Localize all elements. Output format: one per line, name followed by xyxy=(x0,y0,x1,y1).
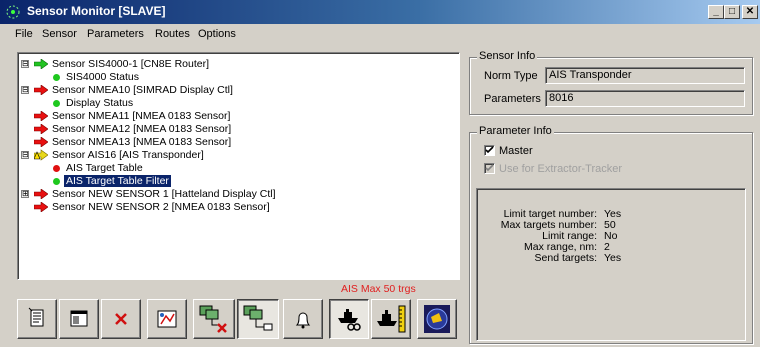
collapse-icon[interactable]: ⊟ xyxy=(21,60,29,68)
parameters-field: 8016 xyxy=(545,90,745,107)
red-arrow-icon xyxy=(34,124,48,134)
tree-label: Sensor NMEA13 [NMEA 0183 Sensor] xyxy=(52,136,232,148)
title-bar: Sensor Monitor [SLAVE] _ □ ✕ xyxy=(0,0,760,24)
param-value: Yes xyxy=(604,252,622,264)
network-connect-icon xyxy=(243,305,273,331)
tree-label: AIS Target Table xyxy=(66,162,143,174)
tree-label: SIS4000 Status xyxy=(66,71,139,83)
menu-routes[interactable]: Routes xyxy=(155,28,190,40)
route-icon xyxy=(157,310,177,328)
menu-parameters[interactable]: Parameters xyxy=(87,28,144,40)
sensor-monitor-icon xyxy=(6,5,20,19)
parameter-info-title: Parameter Info xyxy=(477,125,554,137)
radar-view-button[interactable] xyxy=(417,299,457,339)
tree-label: Sensor NMEA12 [NMEA 0183 Sensor] xyxy=(52,123,232,135)
green-dot-icon xyxy=(53,100,60,107)
menu-file[interactable]: File xyxy=(15,28,33,40)
parameter-details-box: Limit target number: Yes Max targets num… xyxy=(476,188,746,341)
properties-icon xyxy=(70,310,88,327)
menu-options[interactable]: Options xyxy=(198,28,236,40)
norm-type-label: Norm Type xyxy=(484,70,538,82)
network-disconnect-icon xyxy=(199,305,227,333)
delete-icon xyxy=(115,313,127,325)
red-arrow-icon xyxy=(34,189,48,199)
expand-icon[interactable]: ⊞ xyxy=(21,190,29,198)
red-arrow-icon xyxy=(34,111,48,121)
tree-label: Sensor NEW SENSOR 2 [NMEA 0183 Sensor] xyxy=(52,201,270,213)
bell-icon xyxy=(295,312,311,329)
ais-max-status: AIS Max 50 trgs xyxy=(341,283,416,295)
connect-network-button[interactable] xyxy=(237,299,279,339)
menu-bar: File Sensor Parameters Routes Options xyxy=(0,25,760,43)
tree-label: Sensor SIS4000-1 [CN8E Router] xyxy=(52,58,209,70)
collapse-icon[interactable]: ⊟ xyxy=(21,86,29,94)
menu-sensor[interactable]: Sensor xyxy=(42,28,77,40)
red-dot-icon xyxy=(53,165,60,172)
maximize-button[interactable]: □ xyxy=(724,5,740,19)
tree-label: Sensor AIS16 [AIS Transponder] xyxy=(52,149,204,161)
minimize-button[interactable]: _ xyxy=(708,5,724,19)
green-dot-icon xyxy=(53,178,60,185)
red-arrow-icon xyxy=(34,202,48,212)
master-label: Master xyxy=(499,145,533,157)
green-arrow-icon xyxy=(34,59,48,69)
ship-scale-button[interactable] xyxy=(371,299,411,339)
extractor-tracker-checkbox[interactable] xyxy=(484,163,495,174)
param-row: Send targets: Yes xyxy=(477,252,745,264)
radar-icon xyxy=(424,305,450,333)
disconnect-network-button[interactable] xyxy=(193,299,235,339)
extractor-tracker-label: Use for Extractor-Tracker xyxy=(499,163,623,175)
alarm-button[interactable] xyxy=(283,299,323,339)
window-title: Sensor Monitor [SLAVE] xyxy=(27,4,166,18)
collapse-icon[interactable]: ⊟ xyxy=(21,151,29,159)
tree-label-selected: AIS Target Table Filter xyxy=(64,175,171,187)
tree-label: Sensor NMEA10 [SIMRAD Display Ctl] xyxy=(52,84,233,96)
delete-sensor-button[interactable] xyxy=(101,299,141,339)
red-arrow-icon xyxy=(34,85,48,95)
ship-search-icon xyxy=(338,309,361,331)
parameters-label: Parameters xyxy=(484,93,541,105)
checkmark-icon xyxy=(485,146,494,154)
warning-arrow-icon xyxy=(34,149,48,161)
route-config-button[interactable] xyxy=(147,299,187,339)
close-button[interactable]: ✕ xyxy=(742,5,758,19)
new-sensor-button[interactable] xyxy=(17,299,57,339)
param-key: Send targets: xyxy=(534,252,597,264)
green-dot-icon xyxy=(53,74,60,81)
norm-type-field: AIS Transponder xyxy=(545,67,745,84)
master-checkbox[interactable] xyxy=(484,145,495,156)
sensor-properties-button[interactable] xyxy=(59,299,99,339)
ship-search-button[interactable] xyxy=(329,299,369,339)
ship-scale-icon xyxy=(377,305,406,333)
sensor-tree[interactable]: ⊟ Sensor SIS4000-1 [CN8E Router] SIS4000… xyxy=(17,52,460,280)
sensor-info-title: Sensor Info xyxy=(477,50,538,62)
checkmark-icon xyxy=(485,164,494,172)
tree-label: Display Status xyxy=(66,97,134,109)
red-arrow-icon xyxy=(34,137,48,147)
tree-label: Sensor NMEA11 [NMEA 0183 Sensor] xyxy=(52,110,231,122)
new-document-icon xyxy=(28,307,44,327)
tree-label: Sensor NEW SENSOR 1 [Hatteland Display C… xyxy=(52,188,276,200)
